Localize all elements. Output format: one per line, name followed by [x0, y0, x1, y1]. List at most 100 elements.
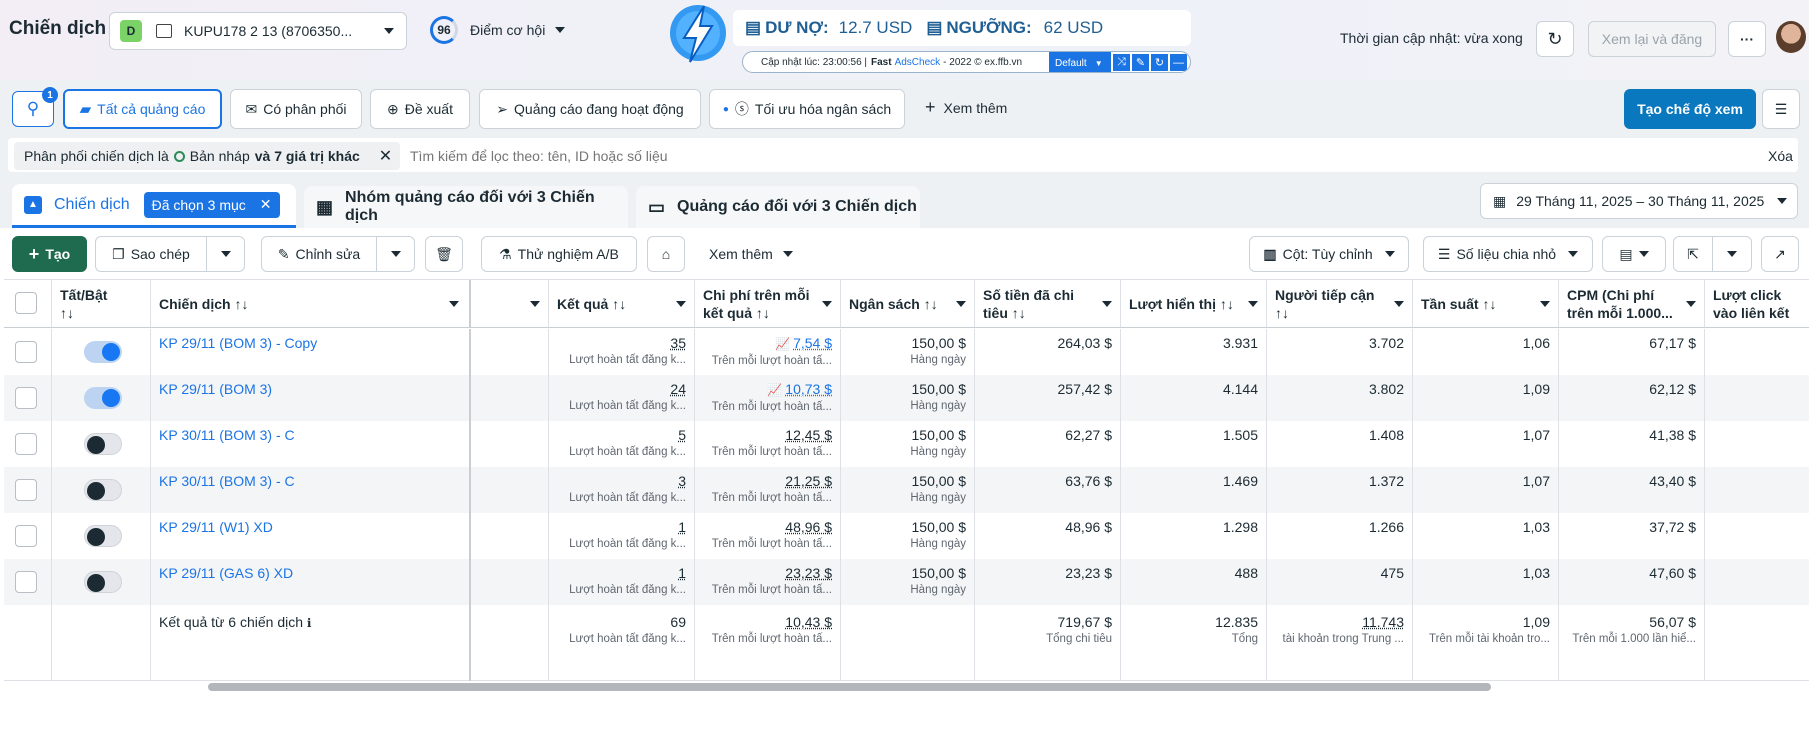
table-row[interactable]: KP 29/11 (BOM 3) - Copy 35 Lượt hoàn tất đ… — [4, 329, 1809, 375]
row-checkbox[interactable] — [15, 571, 37, 593]
adscheck-mode-select[interactable]: Default ▼ — [1049, 52, 1111, 72]
refresh-button[interactable]: ↻ — [1536, 21, 1574, 57]
row-checkbox[interactable] — [15, 525, 37, 547]
create-view-button[interactable]: Tạo chế độ xem — [1624, 89, 1756, 129]
tab-recommendations[interactable]: ⊕ Đề xuất — [370, 89, 470, 129]
close-icon[interactable]: ✕ — [379, 146, 392, 166]
campaign-name-link[interactable]: KP 30/11 (BOM 3) - C — [159, 427, 295, 443]
campaign-name-link[interactable]: KP 29/11 (BOM 3) — [159, 381, 272, 397]
opportunity-score[interactable]: 96 — [430, 16, 458, 44]
edit-dropdown[interactable] — [376, 236, 415, 272]
more-tabs-button[interactable]: + Xem thêm — [925, 98, 1007, 116]
summary-cpr-value[interactable]: 10,43 $ — [785, 614, 832, 630]
delivery-toggle[interactable] — [84, 341, 122, 363]
toggle-header[interactable]: Tất/Bật ↑↓ — [52, 280, 151, 328]
avatar[interactable] — [1776, 21, 1806, 53]
tab-active-ads[interactable]: ➢ Quảng cáo đang hoạt động — [479, 89, 701, 129]
delivery-toggle[interactable] — [84, 571, 122, 593]
reach-header-label: Người tiếp cận — [1275, 287, 1375, 303]
tab-budget-optimization[interactable]: ● ⓢ Tối ưu hóa ngân sách — [709, 89, 905, 129]
toolbar-more-button[interactable]: Xem thêm — [709, 246, 793, 262]
columns-button[interactable]: ▥ Cột: Tùy chỉnh — [1249, 236, 1409, 272]
reach-header[interactable]: Người tiếp cận ↑↓ — [1267, 280, 1413, 328]
hidden-column-header[interactable] — [471, 280, 549, 328]
tab-adsets[interactable]: ▦ Nhóm quảng cáo đối với 3 Chiến dịch — [304, 186, 628, 228]
charts-button[interactable]: ↗ — [1761, 236, 1799, 272]
results-header[interactable]: Kết quả ↑↓ — [549, 280, 695, 328]
tag-button[interactable]: ⌂ — [647, 236, 685, 272]
campaign-name-link[interactable]: KP 29/11 (GAS 6) XD — [159, 565, 293, 581]
campaign-name-link[interactable]: KP 29/11 (BOM 3) - Copy — [159, 335, 317, 351]
more-options-button[interactable]: ··· — [1728, 21, 1766, 57]
impressions-header[interactable]: Lượt hiển thị ↑↓ — [1121, 280, 1267, 328]
impressions-cell: 1.505 — [1121, 421, 1267, 467]
opportunity-score-button[interactable]: Điểm cơ hội — [470, 22, 566, 38]
tab-ads[interactable]: ▭ Quảng cáo đối với 3 Chiến dịch — [636, 186, 920, 228]
cpm-header[interactable]: CPM (Chi phí trên mỗi 1.000... — [1559, 280, 1705, 328]
budget-header[interactable]: Ngân sách ↑↓ — [841, 280, 975, 328]
reports-button[interactable]: ▤ — [1602, 236, 1666, 272]
row-checkbox[interactable] — [15, 341, 37, 363]
campaign-name-link[interactable]: KP 30/11 (BOM 3) - C — [159, 473, 295, 489]
link-clicks-header[interactable]: Lượt click vào liên kết ↑↓ — [1705, 280, 1809, 328]
results-subtext: Lượt hoàn tất đăng k... — [569, 492, 686, 504]
frequency-header[interactable]: Tần suất ↑↓ — [1413, 280, 1559, 328]
cost-per-result-value[interactable]: 7,54 $ — [793, 335, 832, 351]
row-checkbox[interactable] — [15, 479, 37, 501]
view-settings-button[interactable]: ☰ — [1762, 89, 1800, 129]
table-row[interactable]: KP 29/11 (W1) XD 1 Lượt hoàn tất đăng k...… — [4, 513, 1809, 559]
row-checkbox[interactable] — [15, 387, 37, 409]
minimize-icon[interactable]: — — [1170, 54, 1187, 71]
campaign-name-header[interactable]: Chiến dịch ↑↓ — [151, 280, 471, 328]
close-icon[interactable]: ✕ — [260, 196, 272, 213]
cost-per-result-value[interactable]: 23,23 $ — [785, 565, 832, 581]
summary-reach-value[interactable]: 11.743 — [1362, 614, 1404, 630]
horizontal-scrollbar[interactable] — [208, 683, 1491, 691]
cost-per-result-header[interactable]: Chi phí trên mỗi kết quả ↑↓ — [695, 280, 841, 328]
duplicate-button[interactable]: ❐ Sao chép — [95, 236, 207, 272]
amount-spent-header[interactable]: Số tiền đã chi tiêu ↑↓ — [975, 280, 1121, 328]
create-button[interactable]: + Tạo — [12, 236, 87, 272]
duplicate-dropdown[interactable] — [206, 236, 245, 272]
delivery-toggle[interactable] — [84, 433, 122, 455]
shuffle-icon[interactable]: ⤨ — [1113, 54, 1130, 71]
columns-label: Cột: Tùy chỉnh — [1282, 246, 1373, 262]
cost-per-result-value[interactable]: 10,73 $ — [785, 381, 832, 397]
filter-chip[interactable]: Phân phối chiến dịch là Bản nháp và 7 gi… — [14, 142, 400, 170]
delete-button[interactable]: 🗑 — [425, 236, 463, 272]
table-row[interactable]: KP 30/11 (BOM 3) - C 5 Lượt hoàn tất đăng … — [4, 421, 1809, 467]
cpr-subtext: Trên mỗi lượt hoàn tấ... — [711, 538, 832, 550]
date-range-picker[interactable]: ▦ 29 Tháng 11, 2025 – 30 Tháng 11, 2025 — [1480, 183, 1798, 219]
trend-chart-icon[interactable]: 📈 — [775, 337, 790, 351]
breakdown-button[interactable]: ☰ Số liệu chia nhỏ — [1423, 236, 1593, 272]
trend-chart-icon[interactable]: 📈 — [767, 383, 782, 397]
edit-button[interactable]: ✎ Chỉnh sửa — [261, 236, 377, 272]
select-all-checkbox[interactable] — [15, 292, 37, 314]
table-row[interactable]: KP 29/11 (GAS 6) XD 1 Lượt hoàn tất đăng k… — [4, 559, 1809, 605]
delivery-toggle[interactable] — [84, 479, 122, 501]
tab-all-ads[interactable]: ▰ Tất cả quảng cáo — [63, 89, 222, 129]
export-button[interactable]: ⇱ — [1673, 236, 1713, 272]
cost-per-result-value[interactable]: 12,45 $ — [785, 427, 832, 443]
review-publish-button[interactable]: Xem lại và đăng — [1588, 21, 1716, 57]
table-row[interactable]: KP 30/11 (BOM 3) - C 3 Lượt hoàn tất đăng … — [4, 467, 1809, 513]
delivery-toggle[interactable] — [84, 525, 122, 547]
refresh-icon[interactable]: ↻ — [1151, 54, 1168, 71]
table-row[interactable]: KP 29/11 (BOM 3) 24 Lượt hoàn tất đăng k..… — [4, 375, 1809, 421]
cost-per-result-value[interactable]: 48,96 $ — [785, 519, 832, 535]
selected-count-chip[interactable]: Đã chọn 3 mục ✕ — [143, 191, 280, 218]
opportunity-label: Điểm cơ hội — [470, 22, 546, 38]
info-icon[interactable]: ℹ — [307, 616, 312, 630]
export-dropdown[interactable] — [1712, 236, 1752, 272]
ab-test-button[interactable]: ⚗ Thử nghiệm A/B — [481, 236, 637, 272]
edit-icon[interactable]: ✎ — [1132, 54, 1149, 71]
tab-campaigns[interactable]: ▲ Chiến dịch Đã chọn 3 mục ✕ — [12, 184, 296, 228]
account-selector[interactable]: D KUPU178 2 13 (8706350... — [109, 12, 407, 50]
tab-delivering[interactable]: ✉ Có phân phối — [230, 89, 362, 129]
clear-filters-button[interactable]: Xóa — [1768, 148, 1793, 164]
delivery-toggle[interactable] — [84, 387, 122, 409]
campaign-name-link[interactable]: KP 29/11 (W1) XD — [159, 519, 273, 535]
row-checkbox[interactable] — [15, 433, 37, 455]
cost-per-result-value[interactable]: 21,25 $ — [785, 473, 832, 489]
filter-search-input[interactable] — [410, 142, 1110, 170]
